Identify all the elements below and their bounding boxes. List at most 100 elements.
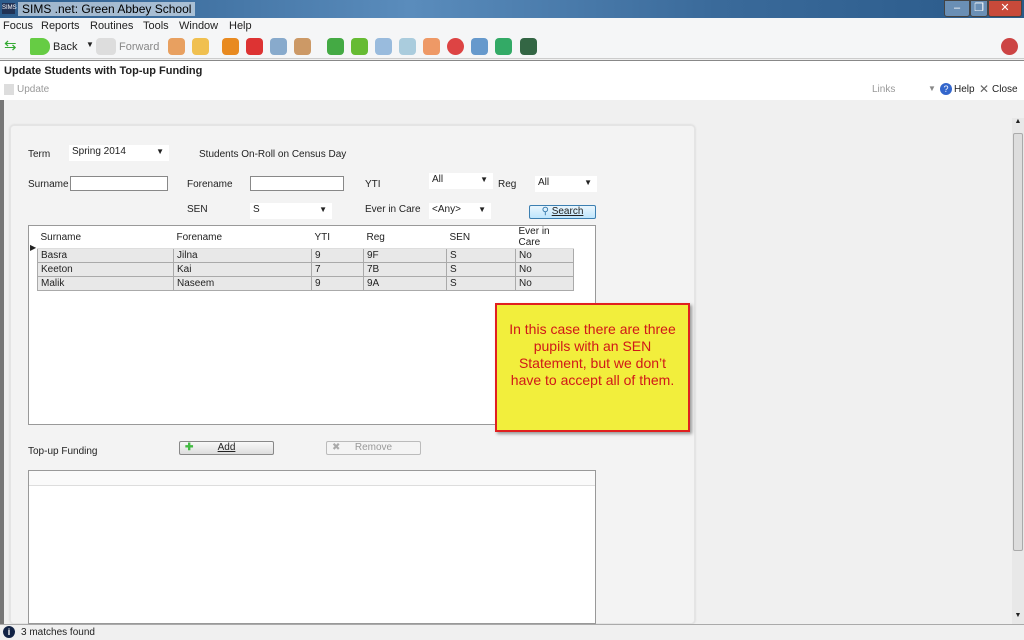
yti-label: YTI [365,179,381,190]
menu-focus[interactable]: Focus [3,20,33,32]
cell-forename: Kai [173,262,312,277]
switch-icon[interactable]: ⇆ [4,36,21,54]
back-button[interactable]: Back [53,41,77,53]
yti-select[interactable]: All ▼ [429,173,493,189]
reg-label: Reg [498,179,517,190]
col-surname[interactable]: Surname [37,226,174,249]
table-row[interactable]: Basra Jilna 9 9F S No [37,248,574,263]
topup-grid-header [29,471,595,486]
table-row[interactable]: Malik Naseem 9 9A S No [37,276,574,291]
menu-window[interactable]: Window [179,20,218,32]
topup-grid [28,470,596,624]
edit-icon[interactable] [399,38,416,55]
vertical-scrollbar[interactable]: ▲ ▼ [1012,118,1024,624]
info-icon: i [3,626,15,638]
census-note: Students On-Roll on Census Day [199,149,347,160]
cell-yti: 9 [311,276,364,291]
award-icon[interactable] [351,38,368,55]
student-icon[interactable] [192,38,209,55]
chevron-down-icon: ▼ [319,205,327,214]
minimize-button[interactable]: – [944,0,970,17]
reg-select[interactable]: All ▼ [535,176,597,192]
chevron-down-icon: ▼ [478,205,486,214]
status-bar: i 3 matches found [0,624,1024,640]
reg-value: All [538,177,550,188]
flag-icon[interactable] [246,38,263,55]
close-window-button[interactable]: ✕ [988,0,1022,17]
table-row[interactable]: Keeton Kai 7 7B S No [37,262,574,277]
chevron-down-icon: ▼ [480,175,488,184]
scroll-up-icon[interactable]: ▲ [1012,118,1024,125]
lifebuoy-icon[interactable] [1001,38,1018,55]
cell-sen: S [446,262,516,277]
col-reg[interactable]: Reg [363,226,447,249]
message-icon[interactable] [270,38,287,55]
remove-label: Remove [354,442,393,453]
forward-arrow-icon[interactable] [96,38,116,55]
ever-in-care-select[interactable]: <Any> ▼ [429,203,491,219]
book-icon[interactable] [222,38,239,55]
close-button[interactable]: Close [992,84,1018,95]
back-arrow-icon[interactable] [30,38,50,55]
add-icon: ✚ [185,442,194,453]
cell-sen: S [446,276,516,291]
grid-header: Surname Forename YTI Reg SEN Ever in Car… [37,226,574,249]
cell-forename: Naseem [173,276,312,291]
page-title: Update Students with Top-up Funding [4,65,203,77]
sen-label: SEN [187,204,208,215]
cell-surname: Malik [37,276,174,291]
menu-tools[interactable]: Tools [143,20,169,32]
cell-sen: S [446,248,516,263]
help-icon: ? [940,83,952,95]
clock-icon[interactable] [447,38,464,55]
help-button[interactable]: Help [954,84,975,95]
col-sen[interactable]: SEN [446,226,516,249]
forward-button[interactable]: Forward [119,41,159,53]
scroll-thumb[interactable] [1013,133,1023,551]
menu-routines[interactable]: Routines [90,20,133,32]
transfer-icon[interactable] [495,38,512,55]
menu-bar: Focus Reports Routines Tools Window Help [0,18,1024,34]
cell-reg: 7B [363,262,447,277]
cell-yti: 7 [311,262,364,277]
yti-value: All [432,174,444,185]
search-icon: ⚲ [541,206,549,217]
toolbar: ⇆ Back ▼ Forward [0,34,1024,59]
menu-reports[interactable]: Reports [41,20,80,32]
col-yti[interactable]: YTI [311,226,364,249]
calendar-icon[interactable] [375,38,392,55]
sen-select[interactable]: S ▼ [250,203,332,219]
forename-input[interactable] [250,176,344,191]
cell-surname: Basra [37,248,174,263]
close-icon: ✕ [979,82,990,96]
links-button[interactable]: Links [872,84,895,95]
restore-button[interactable]: ❐ [970,0,988,17]
remove-icon: ✖ [332,442,341,453]
assessment-icon[interactable] [327,38,344,55]
group-icon[interactable] [520,38,537,55]
update-button[interactable]: Update [17,84,49,95]
page-header: Update Students with Top-up Funding Upda… [0,60,1024,100]
col-forename[interactable]: Forename [173,226,312,249]
search-button[interactable]: ⚲ Search [529,205,596,219]
col-ever-in-care[interactable]: Ever in Care [515,226,574,249]
ever-in-care-label: Ever in Care [365,204,421,215]
add-button[interactable]: ✚ Add [179,441,274,455]
remove-button[interactable]: ✖ Remove [326,441,421,455]
term-label: Term [28,149,51,160]
term-select[interactable]: Spring 2014 ▼ [69,145,169,161]
cell-reg: 9F [363,248,447,263]
menu-help[interactable]: Help [229,20,252,32]
person-icon[interactable] [423,38,440,55]
scroll-down-icon[interactable]: ▼ [1012,612,1024,619]
links-dropdown-icon[interactable]: ▼ [928,84,936,93]
search-label: Search [551,206,584,217]
cell-surname: Keeton [37,262,174,277]
students-icon[interactable] [168,38,185,55]
surname-input[interactable] [70,176,168,191]
back-dropdown-icon[interactable]: ▼ [86,40,94,49]
user-icon[interactable] [471,38,488,55]
cell-forename: Jilna [173,248,312,263]
cell-yti: 9 [311,248,364,263]
door-icon[interactable] [294,38,311,55]
